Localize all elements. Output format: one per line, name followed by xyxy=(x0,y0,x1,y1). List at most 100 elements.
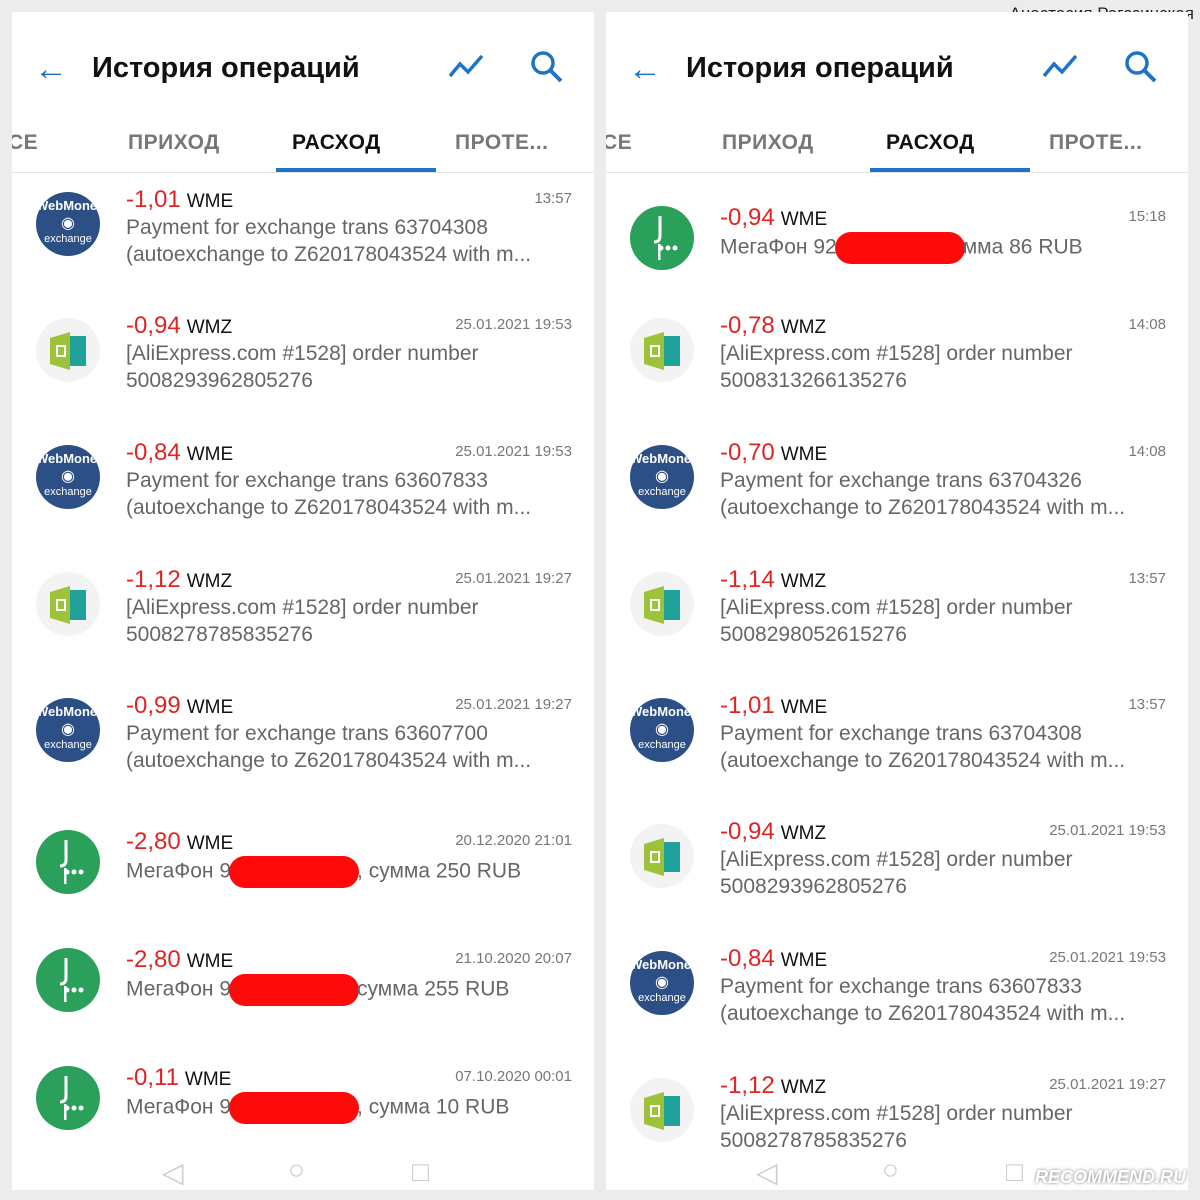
description-line: Payment for exchange trans 63607833 xyxy=(720,975,1082,998)
back-arrow-icon[interactable]: ← xyxy=(628,50,662,89)
nav-home-icon[interactable]: ○ xyxy=(288,1154,305,1186)
transaction-item[interactable]: -0,78 WMZ 14:08 [AliExpress.com #1528] ord… xyxy=(606,312,1188,394)
currency: WME xyxy=(184,1069,232,1090)
description-line: Payment for exchange trans 63607833 xyxy=(126,469,488,492)
timestamp: 14:08 xyxy=(1128,443,1166,460)
amount: -0,94 xyxy=(720,818,775,845)
timestamp: 25.01.2021 19:27 xyxy=(455,570,572,587)
megafon-icon xyxy=(36,948,100,1012)
description-line: [AliExpress.com #1528] order number xyxy=(720,1102,1073,1125)
tab-1[interactable]: ПРИХОД xyxy=(722,131,814,155)
description-line: 5008293962805276 xyxy=(126,369,313,392)
transaction-item[interactable]: -2,80 WME 20.12.2020 21:01 МегаФон 9 , сумм… xyxy=(12,828,594,894)
amount: -1,14 xyxy=(720,566,775,593)
phone-screen-left: ← История операций СЕ ПРИХОД РАСХОД ПРОТЕ..… xyxy=(12,12,594,1190)
description: МегаФон 9 , сумма 250 RUB xyxy=(126,856,572,888)
description-line: 5008278785835276 xyxy=(720,1129,907,1152)
timestamp: 20.12.2020 21:01 xyxy=(455,832,572,849)
redaction-mark xyxy=(834,232,965,264)
amount: -1,01 xyxy=(126,186,181,213)
transaction-item[interactable]: -0,11 WME 07.10.2020 00:01 МегаФон 9 , сумм… xyxy=(12,1064,594,1130)
description-line: 5008298052615276 xyxy=(720,623,907,646)
timestamp: 25.01.2021 19:53 xyxy=(455,443,572,460)
transaction-item[interactable]: WebMoney ◉ exchange -0,99 WME 25.01.2021 19… xyxy=(12,692,594,774)
transaction-item[interactable]: -1,14 WMZ 13:57 [AliExpress.com #1528] ord… xyxy=(606,566,1188,648)
webmoney-exchange-icon: WebMoney ◉ exchange xyxy=(36,698,100,762)
chart-icon[interactable] xyxy=(1042,52,1078,80)
transaction-item[interactable]: -1,12 WMZ 25.01.2021 19:27 [AliExpress.com… xyxy=(12,566,594,648)
timestamp: 25.01.2021 19:27 xyxy=(1049,1076,1166,1093)
description-line: (autoexchange to Z620178043524 with m... xyxy=(126,243,532,266)
description-line: (autoexchange to Z620178043524 with m... xyxy=(126,496,532,519)
currency: WME xyxy=(186,191,234,212)
transaction-item[interactable]: WebMoney ◉ exchange -0,84 WME 25.01.2021 19… xyxy=(12,439,594,521)
search-icon[interactable] xyxy=(1124,50,1158,84)
transaction-item[interactable]: -0,94 WMZ 25.01.2021 19:53 [AliExpress.com… xyxy=(12,312,594,394)
description-line: [AliExpress.com #1528] order number xyxy=(126,342,479,365)
nav-back-icon[interactable]: ◁ xyxy=(756,1156,778,1189)
transaction-item[interactable]: -0,94 WME 15:18 МегаФон 92 мма 86 RUB xyxy=(606,204,1188,270)
tab-1[interactable]: ПРИХОД xyxy=(128,131,220,155)
webmoney-exchange-icon: WebMoney ◉ exchange xyxy=(630,445,694,509)
amount: -0,84 xyxy=(720,945,775,972)
back-arrow-icon[interactable]: ← xyxy=(34,50,68,89)
tab-0[interactable]: СЕ xyxy=(606,131,632,155)
webmoney-exchange-icon: WebMoney ◉ exchange xyxy=(630,698,694,762)
transaction-item[interactable]: -1,12 WMZ 25.01.2021 19:27 [AliExpress.com… xyxy=(606,1072,1188,1154)
currency: WMZ xyxy=(186,571,233,592)
amount: -0,94 xyxy=(720,204,775,231)
description-line: Payment for exchange trans 63704308 xyxy=(126,216,488,239)
description-line: (autoexchange to Z620178043524 with m... xyxy=(720,1002,1126,1025)
description-start: МегаФон 9 xyxy=(126,1095,232,1119)
currency: WME xyxy=(780,697,828,718)
description-start: МегаФон 9 xyxy=(126,859,232,883)
amount: -1,12 xyxy=(720,1072,775,1099)
chart-icon[interactable] xyxy=(448,52,484,80)
currency: WMZ xyxy=(780,1077,827,1098)
description: МегаФон 9 , сумма 10 RUB xyxy=(126,1092,572,1124)
timestamp: 13:57 xyxy=(1128,696,1166,713)
amount: -0,11 xyxy=(126,1064,179,1091)
tab-2[interactable]: РАСХОД xyxy=(886,131,975,155)
page-title: История операций xyxy=(92,52,360,84)
page-title: История операций xyxy=(686,52,954,84)
description-line: 5008278785835276 xyxy=(126,623,313,646)
description: МегаФон 9 сумма 255 RUB xyxy=(126,974,572,1006)
transaction-item[interactable]: -2,80 WME 21.10.2020 20:07 МегаФон 9 сумма … xyxy=(12,946,594,1012)
currency: WME xyxy=(186,951,234,972)
transaction-item[interactable]: WebMoney ◉ exchange -1,01 WME 13:57 Payment … xyxy=(12,186,594,268)
transaction-item[interactable]: WebMoney ◉ exchange -1,01 WME 13:57 Payment … xyxy=(606,692,1188,774)
search-icon[interactable] xyxy=(530,50,564,84)
timestamp: 07.10.2020 00:01 xyxy=(455,1068,572,1085)
tab-3[interactable]: ПРОТЕ... xyxy=(455,131,549,155)
transaction-item[interactable]: -0,94 WMZ 25.01.2021 19:53 [AliExpress.com… xyxy=(606,818,1188,900)
nav-back-icon[interactable]: ◁ xyxy=(162,1156,184,1189)
transaction-item[interactable]: WebMoney ◉ exchange -0,70 WME 14:08 Payment … xyxy=(606,439,1188,521)
timestamp: 25.01.2021 19:53 xyxy=(455,316,572,333)
description-start: МегаФон 92 xyxy=(720,235,837,259)
description-line: Payment for exchange trans 63607700 xyxy=(126,722,488,745)
timestamp: 25.01.2021 19:53 xyxy=(1049,822,1166,839)
tab-2[interactable]: РАСХОД xyxy=(292,131,381,155)
timestamp: 15:18 xyxy=(1128,208,1166,225)
phone-screen-right: ← История операций СЕ ПРИХОД РАСХОД ПРОТЕ..… xyxy=(606,12,1188,1190)
nav-home-icon[interactable]: ○ xyxy=(882,1154,899,1186)
description-end: , сумма 250 RUB xyxy=(357,859,522,883)
transaction-item[interactable]: WebMoney ◉ exchange -0,84 WME 25.01.2021 19… xyxy=(606,945,1188,1027)
wallet-icon xyxy=(630,1078,694,1142)
nav-recent-icon[interactable]: □ xyxy=(412,1156,429,1188)
redaction-mark xyxy=(229,1092,360,1124)
amount: -2,80 xyxy=(126,828,181,855)
currency: WME xyxy=(186,833,234,854)
amount: -0,94 xyxy=(126,312,181,339)
description-end: сумма 255 RUB xyxy=(357,977,510,1001)
description-line: (autoexchange to Z620178043524 with m... xyxy=(720,496,1126,519)
tab-3[interactable]: ПРОТЕ... xyxy=(1049,131,1143,155)
nav-recent-icon[interactable]: □ xyxy=(1006,1156,1023,1188)
wallet-icon xyxy=(630,318,694,382)
tab-0[interactable]: СЕ xyxy=(12,131,38,155)
currency: WME xyxy=(780,209,828,230)
timestamp: 13:57 xyxy=(534,190,572,207)
wallet-icon xyxy=(630,824,694,888)
app-header: ← История операций xyxy=(12,12,594,127)
